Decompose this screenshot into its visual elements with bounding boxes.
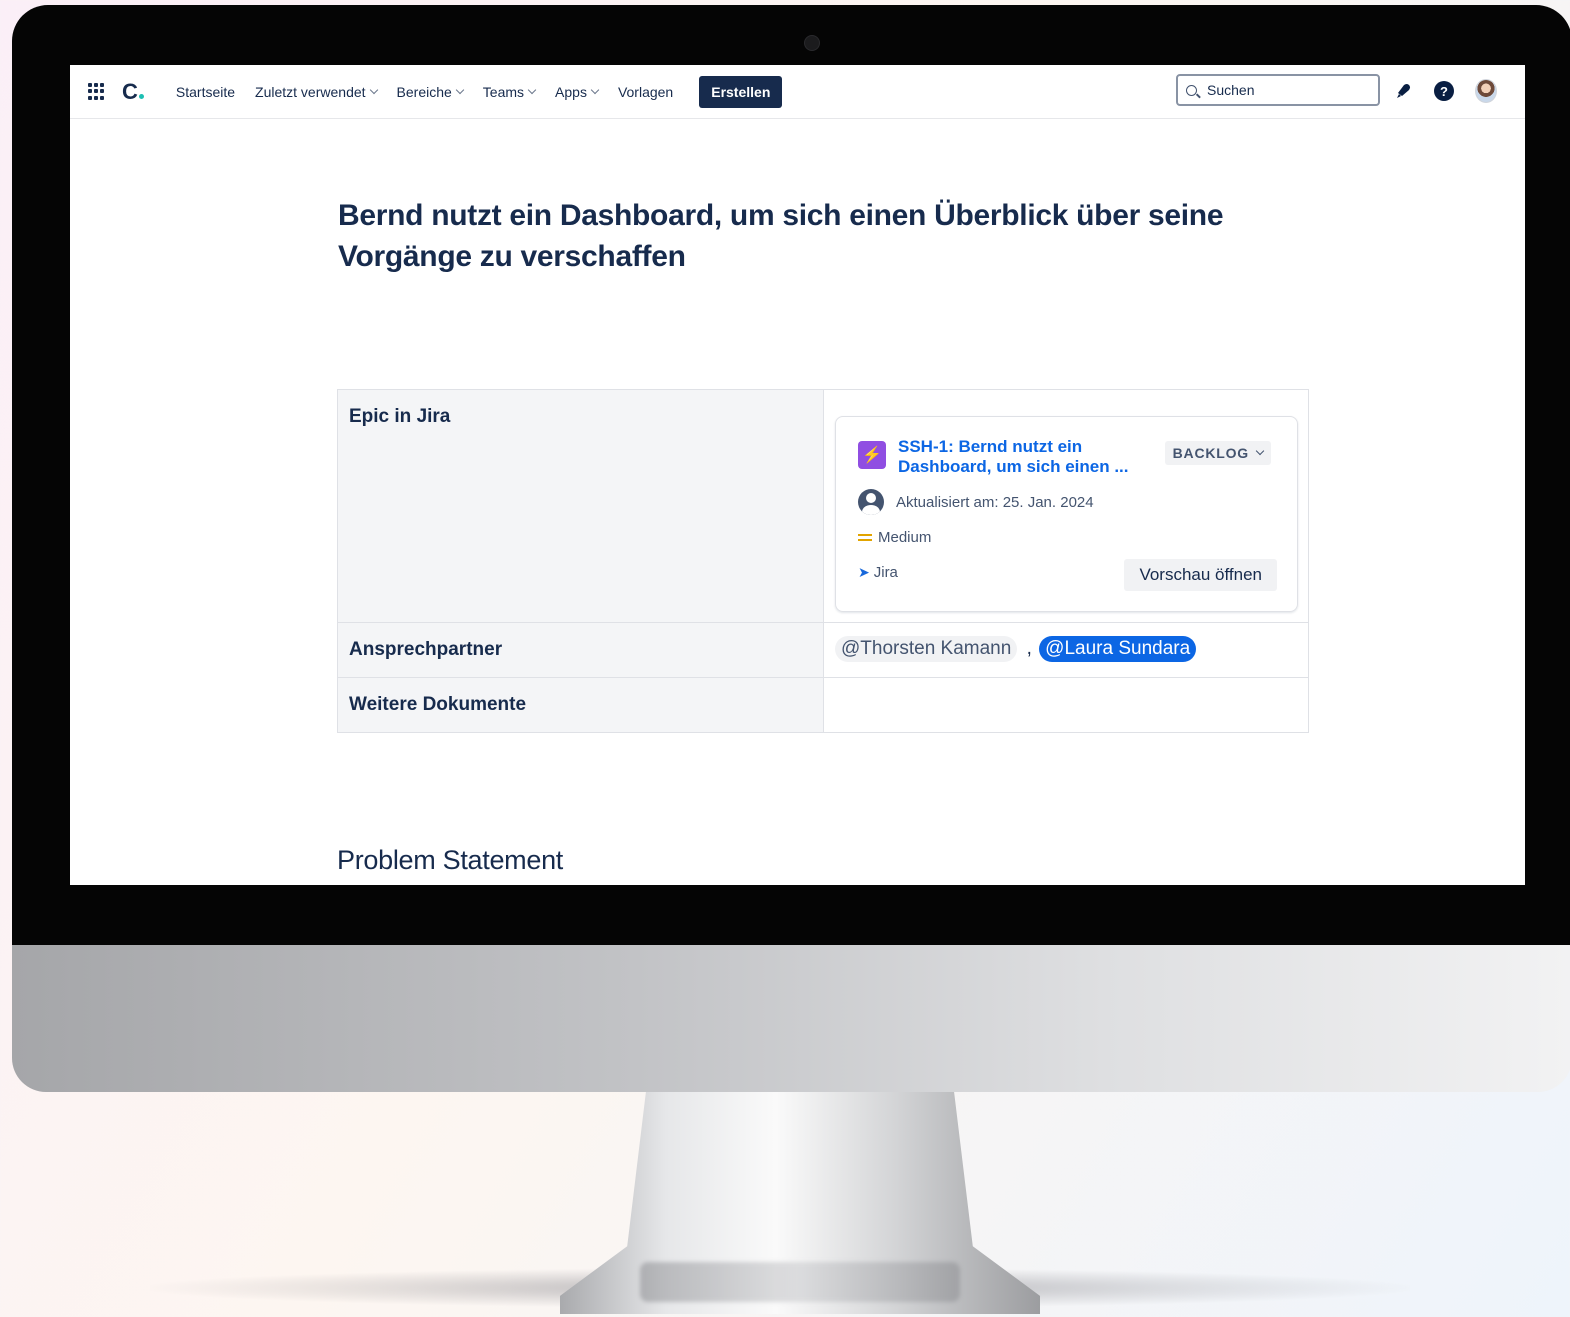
priority-label: Medium xyxy=(878,529,932,546)
create-button[interactable]: Erstellen xyxy=(699,75,783,108)
app-screen: C Startseite Zuletzt verwendet Bereiche … xyxy=(70,65,1525,885)
top-navigation: C Startseite Zuletzt verwendet Bereiche … xyxy=(70,65,1525,119)
source-label: Jira xyxy=(873,564,898,581)
nav-item-startseite[interactable]: Startseite xyxy=(176,84,235,100)
jira-icon: ➤ xyxy=(858,564,870,580)
search-icon xyxy=(1186,84,1197,96)
table-row: Weitere Dokumente xyxy=(337,677,1309,733)
chevron-down-icon xyxy=(527,85,537,94)
page-title: Bernd nutzt ein Dashboard, um sich einen… xyxy=(338,199,1224,273)
confluence-logo[interactable]: C xyxy=(122,79,144,105)
epic-icon: ⚡ xyxy=(858,441,886,469)
mention-separator: , xyxy=(1026,638,1032,659)
chevron-down-icon xyxy=(590,85,600,94)
search-input[interactable]: Suchen xyxy=(1176,74,1380,106)
chevron-down-icon xyxy=(455,85,465,94)
nav-item-bereiche[interactable]: Bereiche xyxy=(397,84,465,100)
row-label-ansprechpartner: Ansprechpartner xyxy=(337,622,824,678)
issue-link[interactable]: SSH-1: Bernd nutzt ein Dashboard, um sic… xyxy=(898,437,1148,477)
status-label: BACKLOG xyxy=(1172,445,1249,461)
row-label-weitere-dokumente: Weitere Dokumente xyxy=(337,677,824,733)
priority-medium-icon xyxy=(858,534,872,541)
details-table: Epic in Jira ⚡ SSH-1: Bernd nutzt ein Da… xyxy=(337,389,1309,733)
camera-dot xyxy=(804,35,820,51)
status-dropdown[interactable]: BACKLOG xyxy=(1164,441,1271,465)
app-switcher-icon[interactable] xyxy=(88,82,106,101)
search-placeholder: Suchen xyxy=(1207,82,1255,98)
jira-issue-card[interactable]: ⚡ SSH-1: Bernd nutzt ein Dashboard, um s… xyxy=(835,416,1298,612)
section-heading: Problem Statement xyxy=(337,845,564,875)
table-row: Epic in Jira ⚡ SSH-1: Bernd nutzt ein Da… xyxy=(337,389,1309,623)
mention-thorsten-kamann[interactable]: @Thorsten Kamann xyxy=(835,636,1018,662)
chevron-down-icon xyxy=(1255,446,1265,456)
nav-item-zuletzt-verwendet[interactable]: Zuletzt verwendet xyxy=(255,84,378,100)
notification-bell-icon[interactable] xyxy=(1393,80,1415,102)
monitor-stand-base xyxy=(640,1262,960,1302)
help-icon[interactable]: ? xyxy=(1433,80,1455,102)
epic-cell: ⚡ SSH-1: Bernd nutzt ein Dashboard, um s… xyxy=(823,389,1309,623)
table-row: Ansprechpartner @Thorsten Kamann , @Laur… xyxy=(337,622,1309,678)
avatar[interactable] xyxy=(1475,79,1497,103)
nav-item-vorlagen[interactable]: Vorlagen xyxy=(618,84,673,100)
open-preview-button[interactable]: Vorschau öffnen xyxy=(1124,559,1277,591)
nav-item-apps[interactable]: Apps xyxy=(555,84,600,100)
updated-date: Aktualisiert am: 25. Jan. 2024 xyxy=(896,493,1094,511)
nav-item-teams[interactable]: Teams xyxy=(483,84,537,100)
chevron-down-icon xyxy=(369,85,378,94)
monitor-chin xyxy=(12,940,1570,1092)
user-icon xyxy=(858,489,884,515)
row-label-epic: Epic in Jira xyxy=(337,389,824,623)
documents-cell xyxy=(823,677,1309,733)
contacts-cell: @Thorsten Kamann , @Laura Sundara xyxy=(823,622,1309,678)
mention-laura-sundara[interactable]: @Laura Sundara xyxy=(1039,636,1197,662)
